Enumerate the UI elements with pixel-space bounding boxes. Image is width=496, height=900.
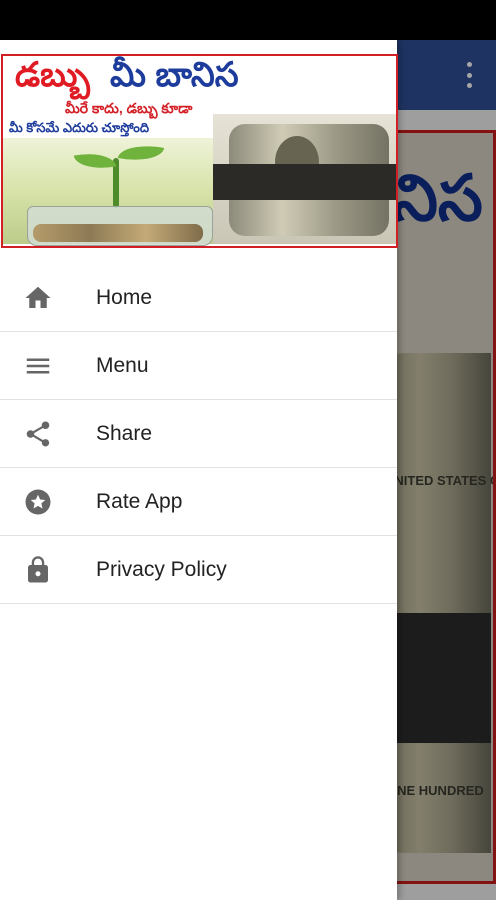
menu-item-label: Privacy Policy <box>96 557 227 581</box>
cash-roll-image <box>213 114 396 244</box>
menu-item-share[interactable]: Share <box>0 400 397 468</box>
menu-item-home[interactable]: Home <box>0 264 397 332</box>
menu-item-privacy-policy[interactable]: Privacy Policy <box>0 536 397 604</box>
banner-tagline: మీ కోసమే ఎదురు చూస్తోంది <box>9 120 150 135</box>
status-bar <box>0 0 496 40</box>
menu-item-label: Menu <box>96 353 149 377</box>
menu-item-label: Rate App <box>96 489 183 513</box>
menu-item-rate-app[interactable]: Rate App <box>0 468 397 536</box>
star-icon <box>22 486 54 518</box>
banner-title-accent: మీ బానిస <box>110 56 239 94</box>
menu-item-label: Home <box>96 285 153 309</box>
cash-strap <box>213 164 396 200</box>
leaf <box>73 148 117 174</box>
navigation-drawer: డబ్బు మీ బానిస మీరే కాదు, డబ్బు కూడా మీ క… <box>0 40 398 900</box>
drawer-menu: Home Menu Share Rate App Privacy Policy <box>0 264 397 604</box>
menu-item-label: Share <box>96 421 153 445</box>
banner-title-main: డబ్బు <box>15 56 91 94</box>
banner-title: డబ్బు మీ బానిస <box>15 56 239 103</box>
menu-item-menu[interactable]: Menu <box>0 332 397 400</box>
header-banner: డబ్బు మీ బానిస మీరే కాదు, డబ్బు కూడా మీ క… <box>1 54 398 248</box>
share-icon <box>22 418 54 450</box>
drawer-header: డబ్బు మీ బానిస మీరే కాదు, డబ్బు కూడా మీ క… <box>0 54 398 248</box>
lock-icon <box>22 554 54 586</box>
banner-subtitle: మీరే కాదు, డబ్బు కూడా <box>65 100 193 116</box>
coins <box>33 224 203 242</box>
home-icon <box>22 282 54 314</box>
menu-icon <box>22 350 54 382</box>
leaf <box>117 140 165 166</box>
plant-coins-image <box>3 138 213 246</box>
